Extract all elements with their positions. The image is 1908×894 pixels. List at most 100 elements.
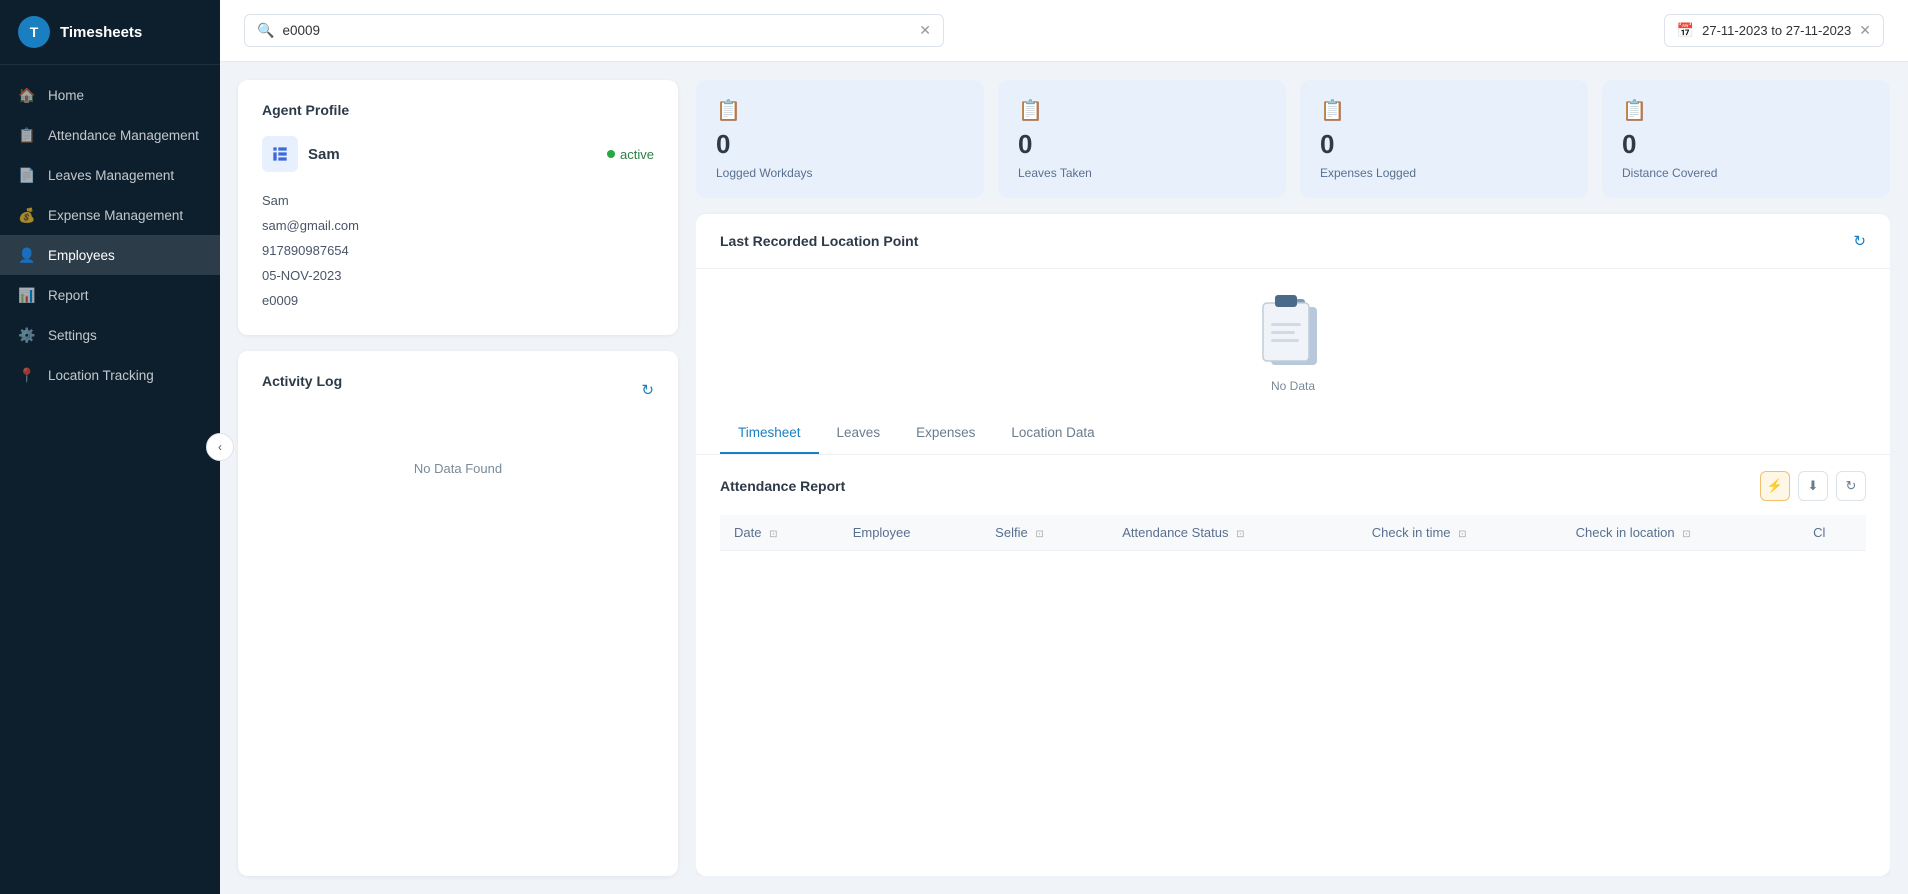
sidebar-collapse-button[interactable]: ‹ xyxy=(206,433,234,461)
attendance-section: Attendance Report ⚡ ⬇ ↻ xyxy=(696,455,1890,876)
no-data-illustration xyxy=(1253,289,1333,379)
profile-name-field: Sam xyxy=(262,188,654,213)
avatar-icon xyxy=(262,136,298,172)
attendance-actions: ⚡ ⬇ ↻ xyxy=(1760,471,1866,501)
sidebar-logo: T Timesheets xyxy=(0,0,220,65)
employees-icon: 👤 xyxy=(18,246,36,264)
date-range-picker[interactable]: 📅 27-11-2023 to 27-11-2023 ✕ xyxy=(1664,14,1884,47)
sidebar-label-leaves: Leaves Management xyxy=(48,168,174,183)
leaves-taken-icon: 📋 xyxy=(1018,98,1043,123)
leaves-taken-label: Leaves Taken xyxy=(1018,166,1092,180)
location-icon: 📍 xyxy=(18,366,36,384)
leaves-taken-value: 0 xyxy=(1018,129,1032,160)
status-dot xyxy=(607,150,615,158)
location-refresh-button[interactable]: ↻ xyxy=(1853,232,1866,250)
distance-icon: 📋 xyxy=(1622,98,1647,123)
sidebar-label-location: Location Tracking xyxy=(48,368,154,383)
workdays-icon: 📋 xyxy=(716,98,741,123)
agent-header: Sam active xyxy=(262,136,654,172)
search-box: 🔍 ✕ xyxy=(244,14,944,47)
agent-name: Sam xyxy=(308,146,340,163)
bottom-right-panel: Last Recorded Location Point ↻ xyxy=(696,214,1890,876)
activity-log-title: Activity Log xyxy=(262,373,342,389)
leaves-icon: 📄 xyxy=(18,166,36,184)
download-button[interactable]: ⬇ xyxy=(1798,471,1828,501)
sidebar-item-employees[interactable]: 👤 Employees xyxy=(0,235,220,275)
tabs-header: Timesheet Leaves Expenses Location Data xyxy=(696,413,1890,455)
distance-value: 0 xyxy=(1622,129,1636,160)
date-range-clear-button[interactable]: ✕ xyxy=(1859,22,1871,39)
expenses-logged-icon: 📋 xyxy=(1320,98,1345,123)
expenses-logged-value: 0 xyxy=(1320,129,1334,160)
table-header-row: Date ⊡ Employee Selfie ⊡ xyxy=(720,515,1866,551)
expenses-logged-label: Expenses Logged xyxy=(1320,166,1416,180)
attendance-icon: 📋 xyxy=(18,126,36,144)
activity-log-card: Activity Log ↻ No Data Found xyxy=(238,351,678,876)
expense-icon: 💰 xyxy=(18,206,36,224)
sidebar-item-report[interactable]: 📊 Report xyxy=(0,275,220,315)
location-title: Last Recorded Location Point xyxy=(720,233,918,249)
sidebar-item-expense[interactable]: 💰 Expense Management xyxy=(0,195,220,235)
col-cl: Cl xyxy=(1799,515,1866,551)
logo-icon: T xyxy=(18,16,50,48)
search-clear-button[interactable]: ✕ xyxy=(919,22,931,39)
distance-label: Distance Covered xyxy=(1622,166,1717,180)
calendar-icon: 📅 xyxy=(1677,22,1694,39)
refresh-button[interactable]: ↻ xyxy=(1836,471,1866,501)
attendance-table: Date ⊡ Employee Selfie ⊡ xyxy=(720,515,1866,551)
left-panel: Agent Profile Sam active Sam sam@gmail.c… xyxy=(238,80,678,876)
date-range-value: 27-11-2023 to 27-11-2023 xyxy=(1702,23,1851,38)
sidebar-label-home: Home xyxy=(48,88,84,103)
tab-location-data[interactable]: Location Data xyxy=(993,413,1112,454)
sidebar-item-settings[interactable]: ⚙️ Settings xyxy=(0,315,220,355)
activity-refresh-button[interactable]: ↻ xyxy=(641,381,654,399)
activity-no-data: No Data Found xyxy=(262,421,654,516)
home-icon: 🏠 xyxy=(18,86,36,104)
search-icon: 🔍 xyxy=(257,22,274,39)
search-input[interactable] xyxy=(282,23,911,38)
col-checkin-time: Check in time ⊡ xyxy=(1358,515,1562,551)
attendance-table-wrapper: Date ⊡ Employee Selfie ⊡ xyxy=(720,515,1866,551)
profile-date-field: 05-NOV-2023 xyxy=(262,263,654,288)
sidebar-nav: 🏠 Home 📋 Attendance Management 📄 Leaves … xyxy=(0,65,220,894)
tab-leaves[interactable]: Leaves xyxy=(819,413,899,454)
checkin-time-sort-icon[interactable]: ⊡ xyxy=(1458,529,1466,540)
sidebar-item-location[interactable]: 📍 Location Tracking xyxy=(0,355,220,395)
tab-timesheet[interactable]: Timesheet xyxy=(720,413,819,454)
location-section: Last Recorded Location Point ↻ xyxy=(696,214,1890,269)
workdays-label: Logged Workdays xyxy=(716,166,813,180)
col-selfie: Selfie ⊡ xyxy=(981,515,1108,551)
workdays-value: 0 xyxy=(716,129,730,160)
app-name: Timesheets xyxy=(60,24,142,41)
sidebar-label-expense: Expense Management xyxy=(48,208,183,223)
status-label: active xyxy=(620,147,654,162)
filter-button[interactable]: ⚡ xyxy=(1760,471,1790,501)
profile-email-field: sam@gmail.com xyxy=(262,213,654,238)
stat-leaves-taken: 📋 0 Leaves Taken xyxy=(998,80,1286,198)
status-badge: active xyxy=(607,147,654,162)
date-sort-icon[interactable]: ⊡ xyxy=(769,529,777,540)
status-sort-icon[interactable]: ⊡ xyxy=(1236,529,1244,540)
selfie-sort-icon[interactable]: ⊡ xyxy=(1035,529,1043,540)
sidebar-item-attendance[interactable]: 📋 Attendance Management xyxy=(0,115,220,155)
sidebar-item-leaves[interactable]: 📄 Leaves Management xyxy=(0,155,220,195)
location-sort-icon[interactable]: ⊡ xyxy=(1682,529,1690,540)
agent-profile-title: Agent Profile xyxy=(262,102,654,118)
sidebar-label-employees: Employees xyxy=(48,248,115,263)
attendance-header: Attendance Report ⚡ ⬇ ↻ xyxy=(720,471,1866,501)
sidebar: T Timesheets 🏠 Home 📋 Attendance Managem… xyxy=(0,0,220,894)
right-panel: 📋 0 Logged Workdays 📋 0 Leaves Taken 📋 0… xyxy=(696,80,1890,876)
stat-logged-workdays: 📋 0 Logged Workdays xyxy=(696,80,984,198)
col-attendance-status: Attendance Status ⊡ xyxy=(1108,515,1358,551)
stat-expenses-logged: 📋 0 Expenses Logged xyxy=(1300,80,1588,198)
tab-expenses[interactable]: Expenses xyxy=(898,413,993,454)
stats-row: 📋 0 Logged Workdays 📋 0 Leaves Taken 📋 0… xyxy=(696,80,1890,198)
sidebar-item-home[interactable]: 🏠 Home xyxy=(0,75,220,115)
main-content: 🔍 ✕ 📅 27-11-2023 to 27-11-2023 ✕ Agent P… xyxy=(220,0,1908,894)
content-area: Agent Profile Sam active Sam sam@gmail.c… xyxy=(220,62,1908,894)
location-no-data-label: No Data xyxy=(1271,379,1315,393)
attendance-title: Attendance Report xyxy=(720,478,845,494)
agent-avatar: Sam xyxy=(262,136,340,172)
col-date: Date ⊡ xyxy=(720,515,839,551)
topbar: 🔍 ✕ 📅 27-11-2023 to 27-11-2023 ✕ xyxy=(220,0,1908,62)
